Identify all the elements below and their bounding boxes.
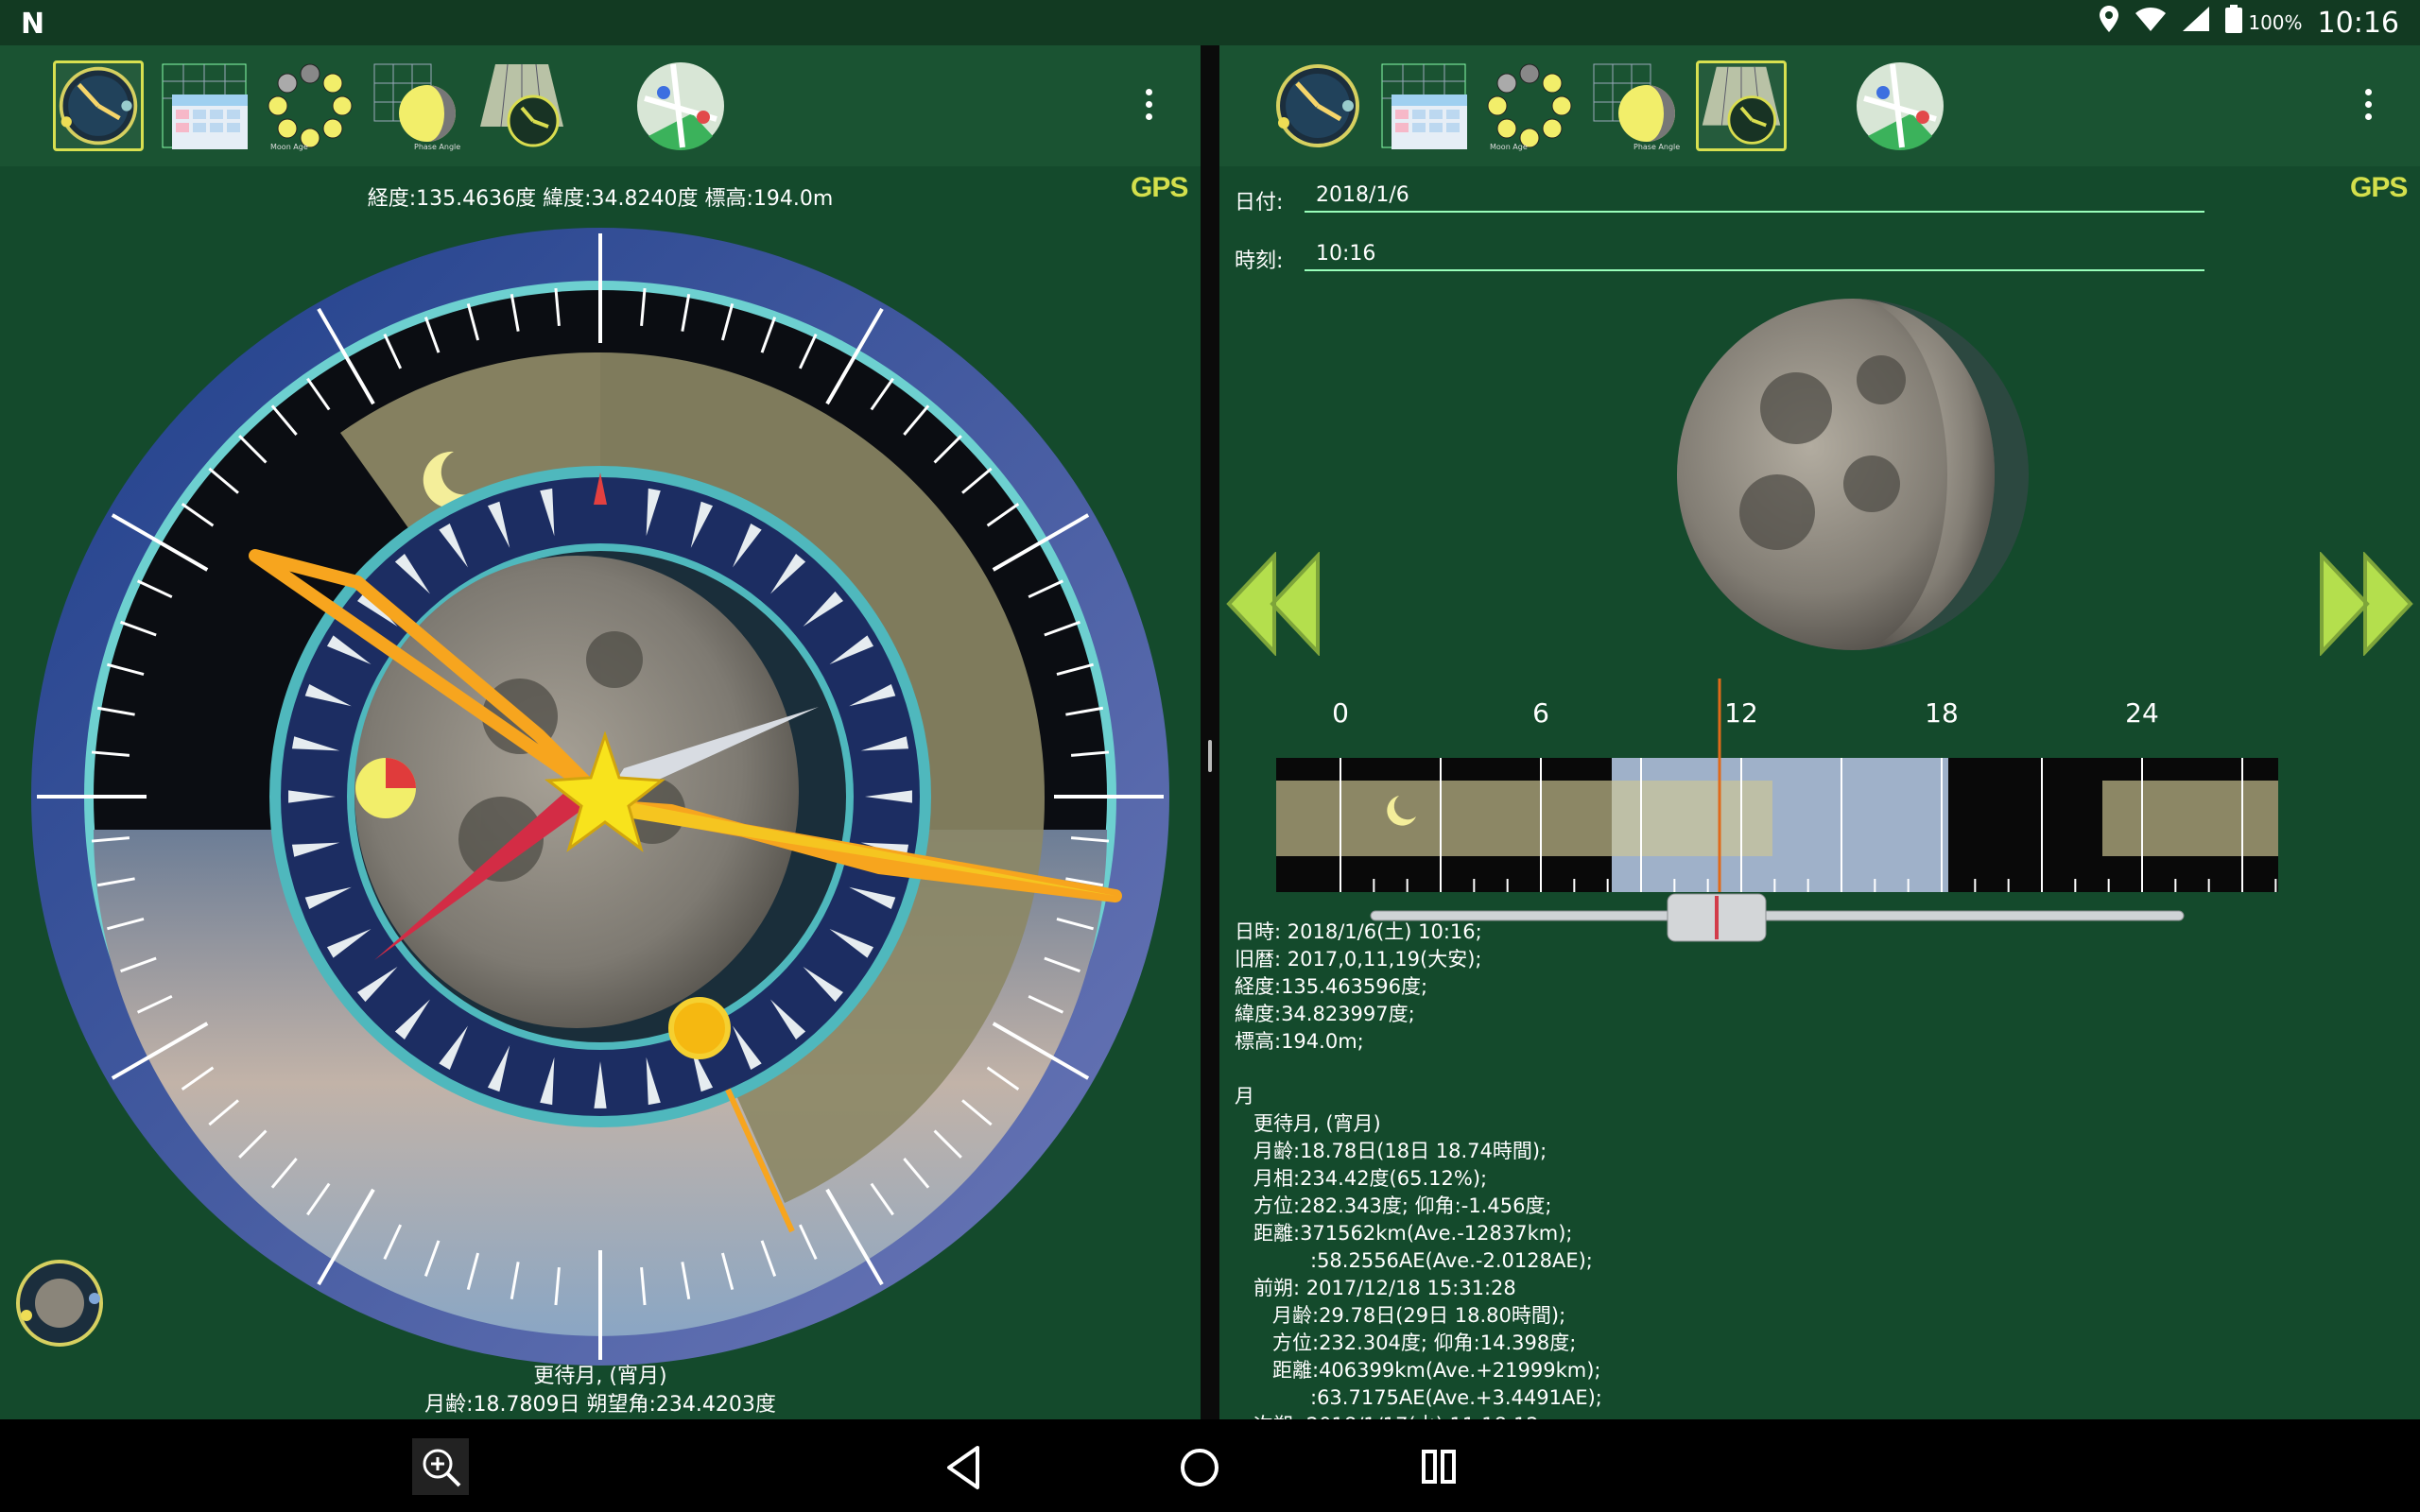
fast-forward-button[interactable]: [2320, 552, 2414, 656]
info-datetime: 日時: 2018/1/6(土) 10:16;: [1235, 920, 1482, 943]
phase-angle-caption: Phase Angle: [414, 143, 460, 151]
calendar-icon[interactable]: [1378, 60, 1469, 151]
phase-angle-icon[interactable]: Phase Angle: [1590, 60, 1681, 151]
timeline-tick-label: 6: [1532, 697, 1549, 729]
phase-angle-icon[interactable]: Phase Angle: [371, 60, 461, 151]
info-prev-azimuth: 方位:232.304度; 仰角:14.398度;: [1272, 1332, 1577, 1354]
right-pane: Moon Age Phase Angle 日付: 2018/1/6 GPS 時刻…: [1219, 45, 2420, 1419]
moon-age-icon[interactable]: Moon Age: [1484, 60, 1575, 151]
info-moon-name: 更待月, (宵月): [1253, 1112, 1381, 1135]
gps-indicator-right[interactable]: GPS: [2350, 172, 2408, 204]
info-prev-distance-km: 距離:406399km(Ave.+21999km);: [1272, 1359, 1601, 1382]
info-moon-phase: 月相:234.42度(65.12%);: [1253, 1167, 1488, 1190]
info-latitude: 緯度:34.823997度;: [1235, 1003, 1415, 1025]
horizon-view-icon[interactable]: [476, 60, 567, 151]
timeline-tick-label: 12: [1724, 697, 1758, 729]
info-prev-age: 月齢:29.78日(29日 18.80時間);: [1272, 1304, 1566, 1327]
toolbar-right: Moon Age Phase Angle: [1219, 45, 2420, 166]
map-icon[interactable]: [1855, 60, 1945, 151]
info-old-calendar: 旧暦: 2017,0,11,19(大安);: [1235, 948, 1482, 971]
calendar-icon[interactable]: [159, 60, 250, 151]
overflow-menu-button-right[interactable]: [2365, 89, 2375, 127]
time-input[interactable]: 10:16: [1305, 242, 2204, 271]
info-moon-heading: 月: [1235, 1085, 1254, 1108]
toolbar-left: Moon Age Phase Angle: [0, 45, 1201, 166]
info-prev-distance-ae: :63.7175AE(Ave.+3.4491AE);: [1310, 1386, 1602, 1409]
timeline-tick-label: 18: [1925, 697, 1959, 729]
split-divider[interactable]: [1201, 45, 1219, 1419]
signal-icon: [2182, 6, 2210, 40]
recents-icon[interactable]: [1414, 1442, 1465, 1493]
back-icon[interactable]: [940, 1442, 991, 1493]
daily-timeline[interactable]: 0 6 12 18 24: [1276, 663, 2288, 947]
left-pane: Moon Age Phase Angle 経度:135.4636度 緯度:34.…: [0, 45, 1201, 1419]
n-logo-icon: N: [21, 8, 45, 41]
battery-percent: 100%: [2248, 11, 2303, 34]
moon-clock-icon[interactable]: [1272, 60, 1363, 151]
overflow-menu-button-left[interactable]: [1146, 89, 1155, 127]
date-label: 日付:: [1235, 191, 1284, 215]
moon-clock-icon[interactable]: [53, 60, 144, 151]
system-navigation-bar: [0, 1419, 2420, 1512]
gps-indicator-left[interactable]: GPS: [1131, 172, 1188, 204]
phase-angle-caption: Phase Angle: [1634, 143, 1680, 151]
location-coords: 経度:135.4636度 緯度:34.8240度 標高:194.0m: [367, 187, 834, 211]
info-prev-new-moon: 前朔: 2017/12/18 15:31:28: [1253, 1277, 1516, 1299]
moon-phase-photo: [1677, 299, 2029, 650]
info-moon-azimuth: 方位:282.343度; 仰角:-1.456度;: [1253, 1194, 1552, 1217]
rewind-button[interactable]: [1225, 552, 1320, 656]
info-moon-age: 月齢:18.78日(18日 18.74時間);: [1253, 1140, 1547, 1162]
clock-time: 10:16: [2317, 6, 2399, 40]
divider-handle[interactable]: [1208, 740, 1212, 772]
moon-age-caption: Moon Age: [270, 143, 308, 151]
zoom-icon[interactable]: [412, 1438, 469, 1495]
ephemeris-info: 日時: 2018/1/6(土) 10:16; 旧暦: 2017,0,11,19(大…: [1235, 919, 1602, 1419]
location-icon: [2099, 5, 2119, 41]
wifi-icon: [2135, 6, 2167, 40]
info-altitude: 標高:194.0m;: [1235, 1030, 1364, 1053]
info-longitude: 経度:135.463596度;: [1235, 975, 1428, 998]
status-icons: 100% 10:16: [2099, 4, 2399, 42]
horizon-view-icon[interactable]: [1696, 60, 1787, 151]
map-icon[interactable]: [635, 60, 726, 151]
status-bar: N 100% 10:16: [0, 0, 2420, 45]
moon-clock-dial[interactable]: [28, 225, 1172, 1368]
info-moon-distance-km: 距離:371562km(Ave.-12837km);: [1253, 1222, 1573, 1245]
moon-age-summary: 月齢:18.7809日 朔望角:234.4203度: [424, 1393, 776, 1417]
date-input[interactable]: 2018/1/6: [1305, 183, 2204, 213]
timeline-tick-label: 0: [1332, 697, 1349, 729]
timeline-tick-label: 24: [2125, 697, 2159, 729]
home-icon[interactable]: [1174, 1442, 1225, 1493]
moon-age-caption: Moon Age: [1490, 143, 1528, 151]
sun-icon: [668, 997, 731, 1059]
time-label: 時刻:: [1235, 249, 1284, 273]
info-moon-distance-ae: :58.2556AE(Ave.-2.0128AE);: [1310, 1249, 1593, 1272]
info-next-new-moon: 次朔: 2018/1/17(水) 11:18:12: [1235, 1412, 1602, 1419]
mini-moon-clock-icon[interactable]: [15, 1259, 104, 1348]
moon-age-icon[interactable]: Moon Age: [265, 60, 355, 151]
battery-icon: [2225, 5, 2243, 41]
moon-name-summary: 更待月, (宵月): [533, 1365, 667, 1388]
